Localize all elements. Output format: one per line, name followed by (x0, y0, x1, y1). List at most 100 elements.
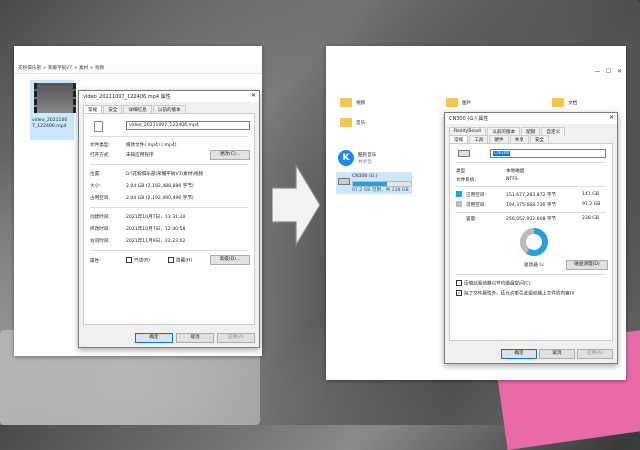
hidden-checkbox[interactable]: 隐藏(H) (168, 257, 192, 264)
folder-music-label[interactable]: 音乐 (356, 120, 365, 126)
index-checkbox[interactable]: ✓ 除了文件属性外，还允许索引此驱动器上文件的内容(I) (456, 290, 575, 297)
ok-button[interactable]: 确定 (501, 349, 537, 359)
checkbox-icon[interactable] (456, 280, 462, 286)
compress-label: 压缩此驱动器以节约磁盘空间(C) (464, 281, 531, 287)
capacity-bytes: 256,052,932,608 字节 (506, 217, 557, 222)
drive-letter-label: 驱动器 G: (524, 263, 545, 268)
apply-button[interactable]: 应用(A) (217, 333, 255, 343)
used-bytes: 151,677,263,872 字节 (506, 193, 557, 198)
location-label: 位置: (90, 172, 101, 177)
drive-usage-fill (353, 182, 388, 186)
folder-documents-label[interactable]: 文档 (568, 100, 577, 106)
checkbox-checked-icon[interactable]: ✓ (456, 290, 462, 296)
kugou-drive-item[interactable]: K 酷狗音乐 共享云 (338, 150, 438, 168)
accessed-label: 访问时间: (90, 239, 110, 244)
transition-arrow-icon (272, 162, 321, 248)
apply-button[interactable]: 应用(A) (577, 349, 613, 359)
file-type-value: 媒体文件(.mp4) (.mp4) (126, 143, 177, 148)
cancel-button[interactable]: 取消 (539, 349, 575, 359)
open-with-label: 打开方式: (90, 153, 110, 158)
video-thumbnail-icon (34, 83, 76, 113)
location-value: D:\花粉俱乐部\荣耀平板V7\素材\视频 (126, 172, 204, 177)
file-icon (94, 121, 103, 132)
music-folder-icon[interactable] (340, 118, 352, 127)
drive-free-text: 97.2 GB 可用，共 238 GB (352, 188, 409, 193)
accessed-value: 2021年11月9日，22:23:02 (126, 239, 186, 244)
size-label: 大小: (90, 184, 101, 189)
attributes-label: 属性: (90, 259, 101, 264)
free-label: 可用空间: (466, 203, 486, 208)
kugou-logo-icon: K (338, 150, 354, 166)
modified-value: 2021年10月7日，12:40:58 (126, 227, 186, 232)
dialog-title: video_20211007_122406.mp4 属性 (83, 94, 171, 100)
documents-folder-icon[interactable] (552, 98, 564, 107)
window-controls: — ☐ ✕ (594, 68, 622, 75)
capacity-gb: 238 GB (582, 216, 599, 221)
used-gb: 141 GB (582, 192, 599, 197)
usage-donut (520, 228, 548, 256)
size-value: 2.04 GB (2,192,488,886 字节) (126, 184, 194, 189)
breadcrumb-item[interactable]: 荣耀平板V7 (48, 66, 72, 71)
created-value: 2021年10月7日，13:31:20 (126, 215, 186, 220)
drive-name-selected: CN300 (493, 151, 511, 156)
used-swatch (456, 191, 462, 197)
readonly-checkbox[interactable]: 只读(R) (126, 257, 150, 264)
open-with-value: 未知应用程序 (126, 153, 154, 158)
dialog-titlebar: video_20211007_122406.mp4 属性 ✕ (79, 91, 259, 102)
cancel-button[interactable]: 取消 (176, 333, 214, 343)
drive-properties-dialog: CN300 (G:) 属性 ✕ ReadyBoost 以前的版本 配额 自定义 … (444, 112, 618, 364)
close-icon[interactable]: ✕ (617, 68, 622, 75)
checkbox-icon[interactable] (168, 257, 174, 263)
disk-size-label: 占用空间: (90, 196, 110, 201)
drive-icon (338, 178, 350, 185)
file-properties-dialog: video_20211007_122406.mp4 属性 ✕ 常规 安全 详细信… (78, 90, 260, 348)
drive-dialog-body: CN300 类型: 本地磁盘 文件系统: NTFS 已用空间: 151,677,… (449, 143, 613, 341)
compress-checkbox[interactable]: 压缩此驱动器以节约磁盘空间(C) (456, 280, 531, 287)
video-file-item[interactable]: video_2021100 7_122406.mp4 (30, 80, 76, 140)
drive-name-input[interactable]: CN300 (490, 149, 606, 158)
capacity-label: 容量: (466, 217, 477, 222)
folder-videos-label[interactable]: 视频 (356, 100, 365, 106)
drive-dialog-titlebar: CN300 (G:) 属性 ✕ (445, 113, 617, 124)
ok-button[interactable]: 确定 (135, 333, 173, 343)
readonly-label: 只读(R) (134, 258, 150, 264)
free-swatch (456, 201, 462, 207)
change-button[interactable]: 更改(C)... (210, 150, 250, 160)
fs-label: 文件系统: (456, 178, 476, 183)
created-label: 创建时间: (90, 215, 110, 220)
file-name-line1: video_2021100 (32, 118, 68, 123)
disk-size-value: 2.04 GB (2,192,490,496 字节) (126, 196, 194, 201)
kugou-name: 酷狗音乐 (358, 153, 377, 158)
used-label: 已用空间: (466, 193, 486, 198)
videos-folder-icon[interactable] (340, 98, 352, 107)
type-label: 类型: (456, 169, 467, 174)
hidden-label: 隐藏(H) (176, 258, 193, 264)
file-name-line2: 7_122406.mp4 (32, 124, 67, 129)
file-type-label: 文件类型: (90, 143, 110, 148)
modified-label: 修改时间: (90, 227, 110, 232)
breadcrumb-item[interactable]: 花粉俱乐部 (18, 66, 41, 71)
breadcrumb[interactable]: 花粉俱乐部 > 荣耀平板V7 > 素材 > 视频 (18, 65, 104, 71)
folder-pictures-label[interactable]: 图片 (462, 100, 471, 106)
dialog-body: video_20211007_122406.mp4 文件类型: 媒体文件(.mp… (83, 113, 255, 325)
cn300-drive-item[interactable]: CN300 (G:) 97.2 GB 可用，共 238 GB (336, 172, 412, 194)
drive-dialog-title: CN300 (G:) 属性 (449, 116, 489, 122)
free-bytes: 104,375,668,736 字节 (506, 203, 557, 208)
pictures-folder-icon[interactable] (446, 98, 458, 107)
kugou-sub: 共享云 (358, 160, 372, 165)
close-icon[interactable]: ✕ (251, 92, 256, 99)
fs-value: NTFS (506, 177, 518, 182)
maximize-icon[interactable]: ☐ (606, 68, 611, 75)
breadcrumb-item[interactable]: 素材 (79, 66, 88, 71)
drive-name: CN300 (G:) (352, 174, 378, 179)
free-gb: 97.2 GB (582, 202, 601, 207)
drive-icon (458, 150, 470, 157)
advanced-button[interactable]: 高级(D)... (210, 255, 250, 265)
minimize-icon[interactable]: — (594, 68, 600, 75)
index-label: 除了文件属性外，还允许索引此驱动器上文件的内容(I) (464, 291, 575, 297)
file-name-input[interactable]: video_20211007_122406.mp4 (126, 121, 250, 130)
close-icon[interactable]: ✕ (609, 114, 614, 121)
checkbox-icon[interactable] (126, 257, 132, 263)
breadcrumb-item[interactable]: 视频 (95, 66, 104, 71)
disk-cleanup-button[interactable]: 磁盘清理(D) (566, 260, 608, 270)
